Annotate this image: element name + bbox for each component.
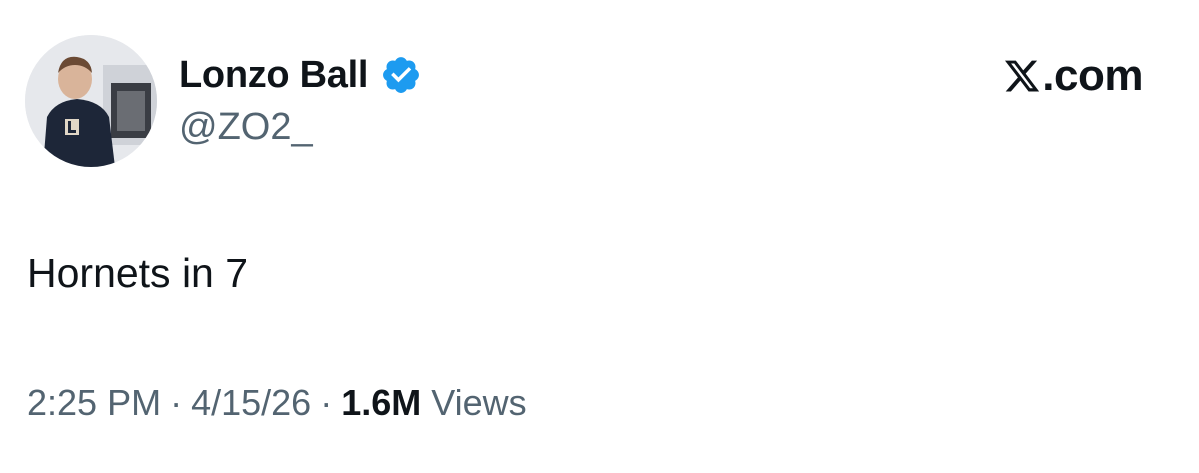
tweet-card: Lonzo Ball @ZO2_ .com Hornets in 7 2:25 …: [0, 0, 1199, 473]
author-name-row: Lonzo Ball: [179, 50, 422, 100]
views-label: Views: [431, 382, 527, 423]
avatar[interactable]: [25, 35, 157, 167]
site-brand[interactable]: .com: [1003, 50, 1143, 102]
meta-separator: ·: [320, 382, 333, 423]
tweet-time[interactable]: 2:25 PM: [27, 382, 161, 424]
author-handle[interactable]: @ZO2_: [179, 106, 313, 149]
tweet-date[interactable]: 4/15/26: [191, 382, 311, 424]
verified-badge-icon[interactable]: [380, 54, 422, 96]
tweet-text: Hornets in 7: [27, 250, 249, 296]
views-count[interactable]: 1.6M: [341, 382, 421, 424]
author-display-name[interactable]: Lonzo Ball: [179, 54, 368, 97]
brand-domain-suffix: .com: [1042, 51, 1143, 100]
x-logo-icon: [1005, 60, 1040, 92]
meta-separator: ·: [170, 382, 183, 423]
avatar-photo: [25, 35, 157, 167]
tweet-meta: 2:25 PM · 4/15/26 · 1.6M Views: [27, 382, 527, 424]
